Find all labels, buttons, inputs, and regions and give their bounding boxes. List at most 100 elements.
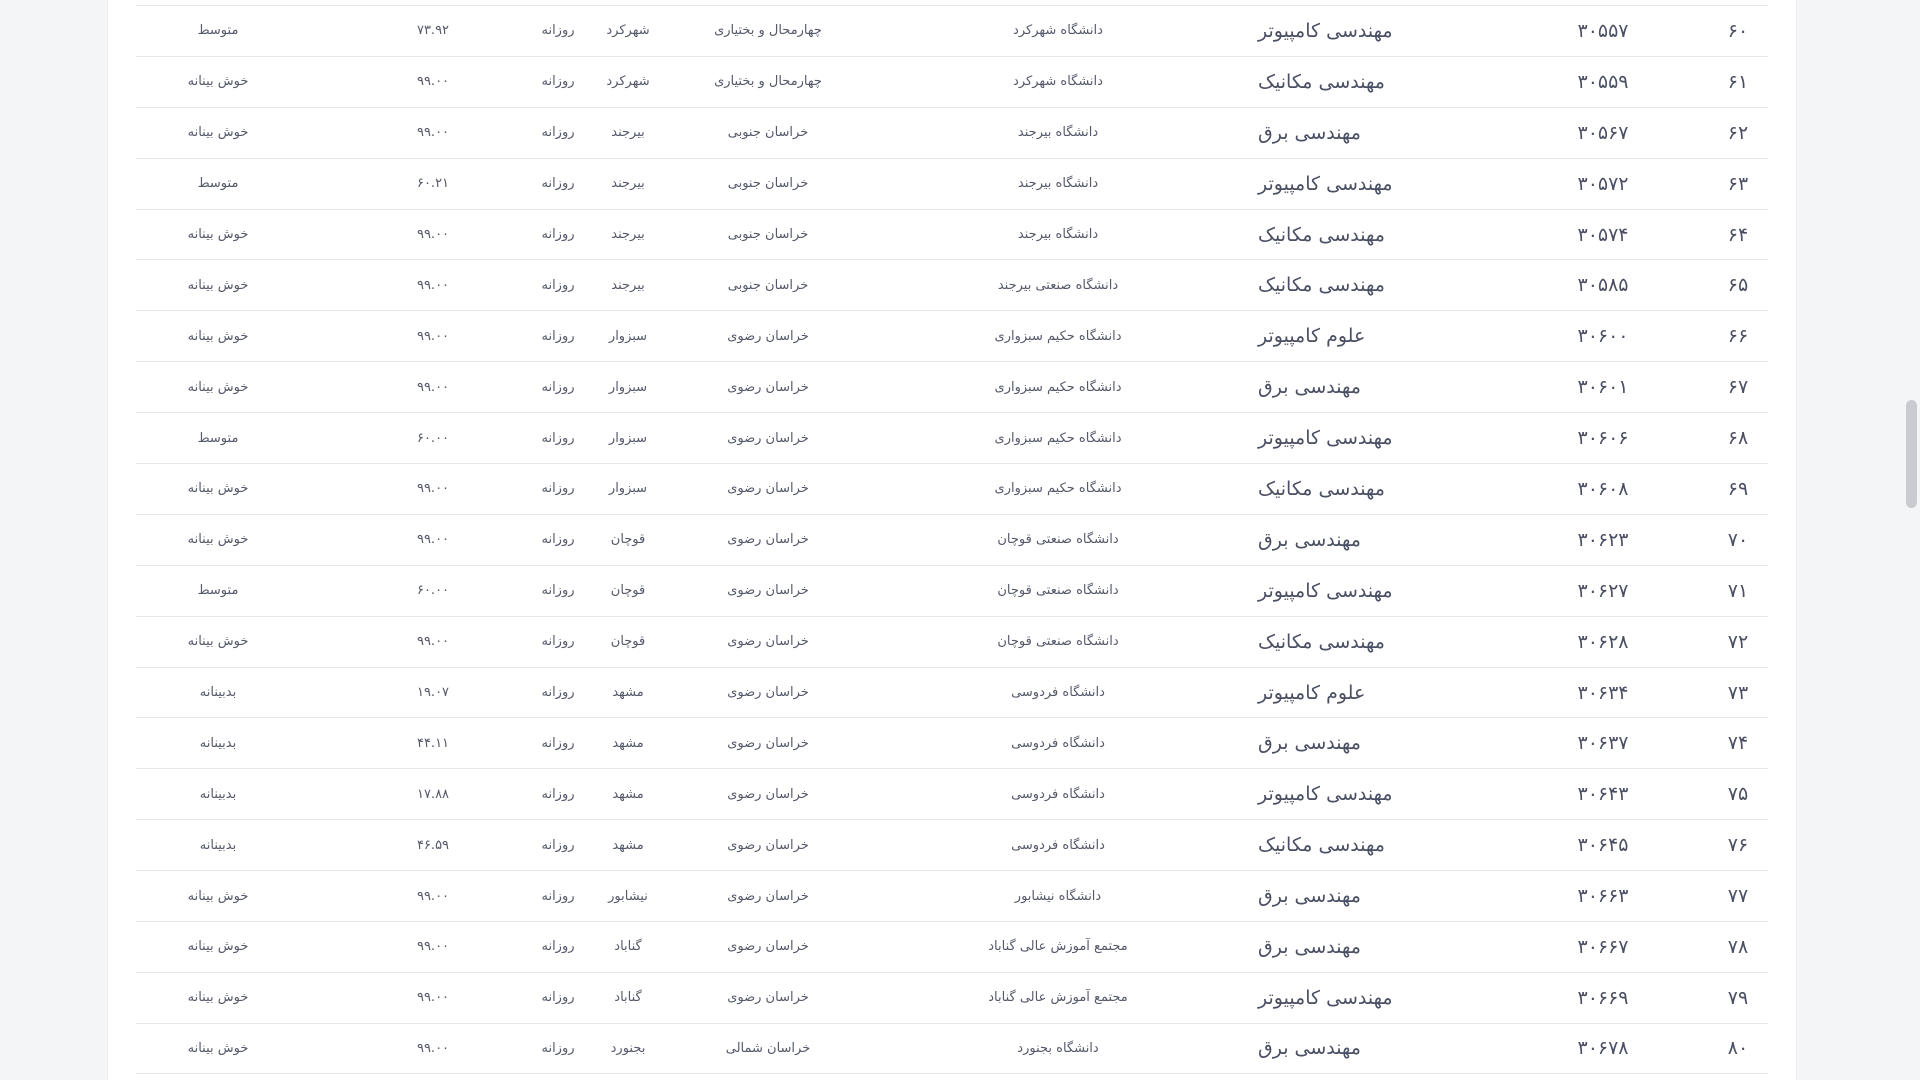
university-name: دانشگاه حکیم سبزواری xyxy=(994,379,1122,395)
chance-status: خوش بینانه xyxy=(187,74,249,90)
acceptance-score: ۹۹.۰۰ xyxy=(416,481,450,497)
row-number: ۸۰ xyxy=(1727,1037,1749,1060)
acceptance-score: ۹۹.۰۰ xyxy=(416,990,450,1006)
university-name: مجتمع آموزش عالی گناباد xyxy=(988,990,1128,1006)
university-name: دانشگاه صنعتی قوچان xyxy=(997,634,1119,650)
table-row: ۷۸ ۳۰۶۶۷ مهندسی برق مجتمع آموزش عالی گناباد… xyxy=(136,921,1768,972)
chance-status: خوش بینانه xyxy=(187,532,249,548)
acceptance-score: ۴۶.۵۹ xyxy=(416,837,450,853)
acceptance-score: ۱۹.۰۷ xyxy=(416,685,450,701)
course-type: روزانه xyxy=(541,685,575,701)
acceptance-score: ۹۹.۰۰ xyxy=(416,227,450,242)
chance-status: بدبینانه xyxy=(199,837,237,853)
chance-status: متوسط xyxy=(197,430,239,446)
chance-status: بدبینانه xyxy=(199,685,237,701)
field-name: مهندسی کامپیوتر xyxy=(1258,19,1393,42)
acceptance-score: ۷۳.۹۲ xyxy=(416,23,450,39)
course-type: روزانه xyxy=(541,74,575,90)
acceptance-score: ۹۹.۰۰ xyxy=(416,277,450,293)
field-code: ۳۰۵۷۲ xyxy=(1577,172,1629,195)
field-name: مهندسی مکانیک xyxy=(1258,70,1385,93)
row-number: ۶۴ xyxy=(1727,223,1749,246)
field-name: مهندسی برق xyxy=(1258,121,1361,144)
table-row: ۶۲ ۳۰۵۶۷ مهندسی برق دانشگاه بیرجند خراسان جن… xyxy=(136,106,1768,158)
university-name: دانشگاه صنعتی بیرجند xyxy=(997,277,1119,293)
table-row: ۶۰ ۳۰۵۵۷ مهندسی کامپیوتر دانشگاه شهرکرد چهار… xyxy=(136,5,1768,56)
field-code: ۳۰۵۶۷ xyxy=(1577,121,1629,144)
university-name: دانشگاه بجنورد xyxy=(1017,1040,1099,1056)
course-type: روزانه xyxy=(541,990,575,1006)
field-name: مهندسی کامپیوتر xyxy=(1258,172,1393,195)
field-code: ۳۰۶۳۴ xyxy=(1577,681,1629,704)
row-number: ۷۴ xyxy=(1727,732,1749,755)
course-type: روزانه xyxy=(541,532,575,548)
chance-status: خوش بینانه xyxy=(187,939,249,955)
row-number: ۶۹ xyxy=(1727,477,1749,500)
acceptance-score: ۹۹.۰۰ xyxy=(416,634,450,650)
field-name: مهندسی کامپیوتر xyxy=(1258,986,1393,1009)
acceptance-score: ۹۹.۰۰ xyxy=(416,125,450,141)
university-name: مجتمع آموزش عالی گناباد xyxy=(988,939,1128,955)
university-name: دانشگاه صنعتی قوچان xyxy=(997,532,1119,548)
course-type: روزانه xyxy=(541,227,575,242)
acceptance-score: ۹۹.۰۰ xyxy=(416,888,450,904)
field-name: مهندسی مکانیک xyxy=(1258,223,1385,246)
course-type: روزانه xyxy=(541,583,575,599)
chance-status: خوش بینانه xyxy=(187,1040,249,1056)
course-type: روزانه xyxy=(541,481,575,497)
row-number: ۷۹ xyxy=(1727,986,1749,1009)
university-name: دانشگاه فردوسی xyxy=(1011,735,1105,751)
university-name: دانشگاه حکیم سبزواری xyxy=(994,481,1122,497)
scrollbar-thumb[interactable] xyxy=(1906,399,1917,508)
table-row: ۶۹ ۳۰۶۰۸ مهندسی مکانیک دانشگاه حکیم سبزواری… xyxy=(136,463,1768,514)
university-name: دانشگاه فردوسی xyxy=(1011,685,1105,701)
acceptance-score: ۶۰.۰۰ xyxy=(416,583,450,599)
chance-status: خوش بینانه xyxy=(187,990,249,1006)
field-code: ۳۰۵۵۷ xyxy=(1577,19,1629,42)
course-type: روزانه xyxy=(541,23,575,39)
acceptance-score: ۹۹.۰۰ xyxy=(416,379,450,395)
field-code: ۳۰۶۷۸ xyxy=(1577,1037,1629,1060)
row-number: ۶۳ xyxy=(1727,172,1749,195)
chance-status: خوش بینانه xyxy=(187,379,249,395)
field-name: مهندسی برق xyxy=(1258,528,1361,551)
course-type: روزانه xyxy=(541,1040,575,1056)
page-scrollbar[interactable] xyxy=(1903,0,1920,1080)
table-row: ۶۷ ۳۰۶۰۱ مهندسی برق دانشگاه حکیم سبزواری خرا… xyxy=(136,361,1768,412)
course-type: روزانه xyxy=(541,328,575,344)
field-code: ۳۰۵۷۴ xyxy=(1577,223,1629,246)
table-row: ۶۵ ۳۰۵۸۵ مهندسی مکانیک دانشگاه صنعتی بیرجند… xyxy=(136,259,1768,310)
course-type: روزانه xyxy=(541,634,575,650)
table-row: ۶۳ ۳۰۵۷۲ مهندسی کامپیوتر دانشگاه بیرجند خراس… xyxy=(136,157,1768,209)
university-name: دانشگاه شهرکرد xyxy=(1013,23,1103,39)
row-number: ۶۸ xyxy=(1727,427,1749,450)
university-name: دانشگاه بیرجند xyxy=(1017,176,1099,192)
results-card: ۶۰ ۳۰۵۵۷ مهندسی کامپیوتر دانشگاه شهرکرد چهار… xyxy=(107,0,1797,1080)
table-row: ۸۰ ۳۰۶۷۸ مهندسی برق دانشگاه بجنورد خراسان شم… xyxy=(136,1022,1768,1074)
chance-status: خوش بینانه xyxy=(187,328,249,344)
acceptance-score: ۹۹.۰۰ xyxy=(416,74,450,90)
field-code: ۳۰۶۲۳ xyxy=(1577,528,1629,551)
acceptance-score: ۹۹.۰۰ xyxy=(416,939,450,955)
field-name: مهندسی برق xyxy=(1258,935,1361,958)
field-name: مهندسی برق xyxy=(1258,376,1361,399)
university-name: دانشگاه نیشابور xyxy=(1014,888,1102,904)
field-code: ۳۰۶۶۷ xyxy=(1577,935,1629,958)
course-type: روزانه xyxy=(541,939,575,955)
acceptance-score: ۴۴.۱۱ xyxy=(416,735,450,751)
field-name: مهندسی برق xyxy=(1258,732,1361,755)
chance-status: بدبینانه xyxy=(199,786,237,802)
row-number: ۶۱ xyxy=(1727,70,1749,93)
chance-status: متوسط xyxy=(197,176,239,192)
field-name: مهندسی کامپیوتر xyxy=(1258,427,1393,450)
field-code: ۳۰۶۰۶ xyxy=(1577,427,1629,450)
chance-status: متوسط xyxy=(197,23,239,39)
course-type: روزانه xyxy=(541,837,575,853)
university-name: دانشگاه صنعتی قوچان xyxy=(997,583,1119,599)
row-number: ۷۵ xyxy=(1727,783,1749,806)
field-code: ۳۰۵۵۹ xyxy=(1577,70,1629,93)
field-name: مهندسی کامپیوتر xyxy=(1258,783,1393,806)
field-name: مهندسی برق xyxy=(1258,885,1361,908)
university-name: دانشگاه حکیم سبزواری xyxy=(994,430,1122,446)
university-name: دانشگاه فردوسی xyxy=(1011,837,1105,853)
